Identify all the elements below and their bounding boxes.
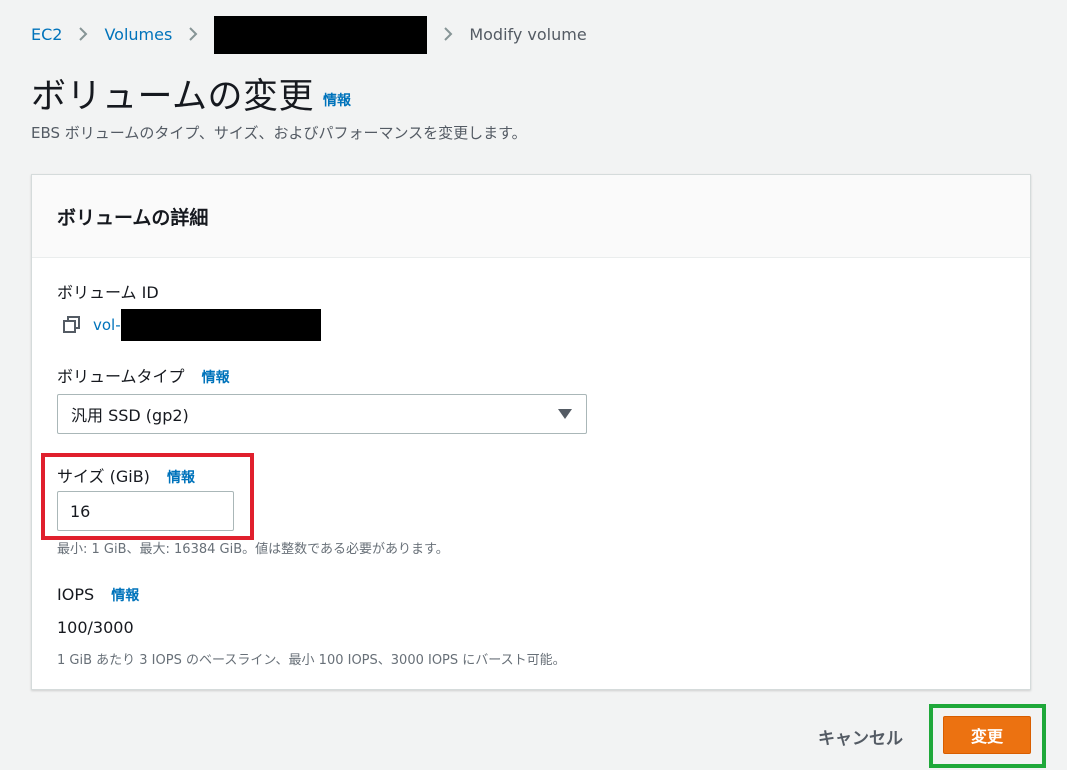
volume-id-row: vol- [63, 309, 321, 341]
panel-header: ボリュームの詳細 [32, 175, 1030, 258]
breadcrumb-ec2-link[interactable]: EC2 [31, 25, 62, 44]
volume-type-selected-value: 汎用 SSD (gp2) [71, 406, 189, 425]
size-highlight-frame [41, 453, 254, 540]
size-hint: 最小: 1 GiB、最大: 16384 GiB。値は整数である必要があります。 [57, 542, 449, 557]
breadcrumb-current: Modify volume [469, 24, 587, 44]
caret-down-icon [558, 409, 572, 419]
panel-title: ボリュームの詳細 [57, 206, 209, 229]
volume-type-info-link[interactable]: 情報 [202, 370, 230, 386]
volume-type-label-row: ボリュームタイプ 情報 [57, 363, 230, 387]
volume-type-select[interactable]: 汎用 SSD (gp2) [57, 394, 587, 434]
iops-hint: 1 GiB あたり 3 IOPS のベースライン、最小 100 IOPS、300… [57, 653, 566, 668]
redacted-breadcrumb-volume[interactable] [214, 16, 428, 54]
breadcrumb-volumes-link[interactable]: Volumes [104, 25, 172, 44]
chevron-right-icon [73, 24, 93, 44]
page-description: EBS ボリュームのタイプ、サイズ、およびパフォーマンスを変更します。 [31, 124, 527, 142]
volume-type-label: ボリュームタイプ [57, 367, 185, 386]
copy-icon[interactable] [63, 316, 81, 334]
iops-label-row: IOPS 情報 [57, 585, 139, 605]
volume-id-link[interactable]: vol- [93, 316, 121, 334]
breadcrumb: EC2 Volumes Modify volume [31, 16, 587, 54]
chevron-right-icon [183, 24, 203, 44]
modify-button[interactable]: 変更 [943, 716, 1031, 754]
cancel-button[interactable]: キャンセル [812, 720, 909, 752]
iops-value: 100/3000 [57, 618, 134, 637]
iops-label: IOPS [57, 585, 95, 604]
chevron-right-icon [438, 24, 458, 44]
page-title: ボリュームの変更 [31, 77, 314, 117]
volume-id-label: ボリューム ID [57, 283, 159, 302]
iops-info-link[interactable]: 情報 [111, 588, 139, 604]
volume-details-panel: ボリュームの詳細 ボリューム ID vol- ボリュームタイプ 情報 汎用 SS… [31, 174, 1031, 690]
page-title-info-link[interactable]: 情報 [323, 90, 351, 110]
redacted-volume-id [120, 309, 321, 341]
